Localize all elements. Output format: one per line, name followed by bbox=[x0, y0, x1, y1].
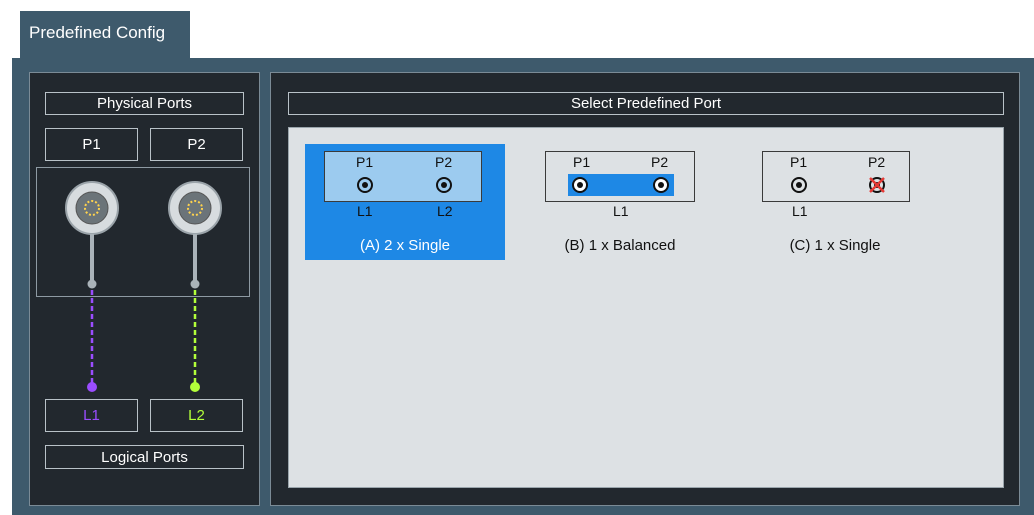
option-b-diagram: P1 P2 bbox=[545, 151, 695, 202]
logical-port-l2-label: L2 bbox=[150, 399, 243, 432]
option-b-caption: (B) 1 x Balanced bbox=[564, 237, 676, 254]
p2-connector-icon bbox=[168, 181, 222, 235]
p2-node bbox=[190, 279, 200, 289]
option-a-logical-l2: L2 bbox=[437, 203, 453, 219]
logical-port-l1-label: L1 bbox=[45, 399, 138, 432]
option-c-port-p1: P1 bbox=[790, 154, 808, 170]
jack-icon bbox=[436, 177, 452, 193]
option-a-logical-l1: L1 bbox=[357, 203, 373, 219]
p1-connector-icon bbox=[65, 181, 119, 235]
option-a-port-p1: P1 bbox=[356, 154, 374, 170]
jack-icon bbox=[357, 177, 373, 193]
option-a-port-p2: P2 bbox=[435, 154, 453, 170]
option-a-caption: (A) 2 x Single bbox=[359, 237, 451, 254]
select-predefined-port-title: Select Predefined Port bbox=[288, 92, 1004, 115]
option-c-logical-l1: L1 bbox=[792, 203, 808, 219]
disabled-jack-icon bbox=[869, 177, 885, 193]
logical-ports-title: Logical Ports bbox=[45, 445, 244, 469]
port-wiring-diagram bbox=[65, 181, 222, 392]
option-b-1x-balanced[interactable]: P1 P2 L1 (B) 1 x Balanced bbox=[520, 144, 720, 260]
jack-icon bbox=[653, 177, 669, 193]
option-b-port-p1: P1 bbox=[573, 154, 591, 170]
option-c-1x-single[interactable]: P1 P2 L1 (C) 1 x Single bbox=[735, 144, 935, 260]
l2-node bbox=[190, 382, 200, 392]
l1-node bbox=[87, 382, 97, 392]
option-c-caption: (C) 1 x Single bbox=[789, 237, 881, 254]
option-b-logical-l1: L1 bbox=[613, 203, 629, 219]
jack-icon bbox=[791, 177, 807, 193]
p1-node bbox=[87, 279, 97, 289]
option-a-2x-single[interactable]: P1 P2 L1 L2 (A) 2 x Single bbox=[305, 144, 505, 260]
option-b-port-p2: P2 bbox=[651, 154, 669, 170]
option-c-port-p2: P2 bbox=[868, 154, 886, 170]
jack-icon bbox=[572, 177, 588, 193]
option-c-diagram: P1 P2 bbox=[762, 151, 910, 202]
option-a-diagram: P1 P2 bbox=[324, 151, 482, 202]
